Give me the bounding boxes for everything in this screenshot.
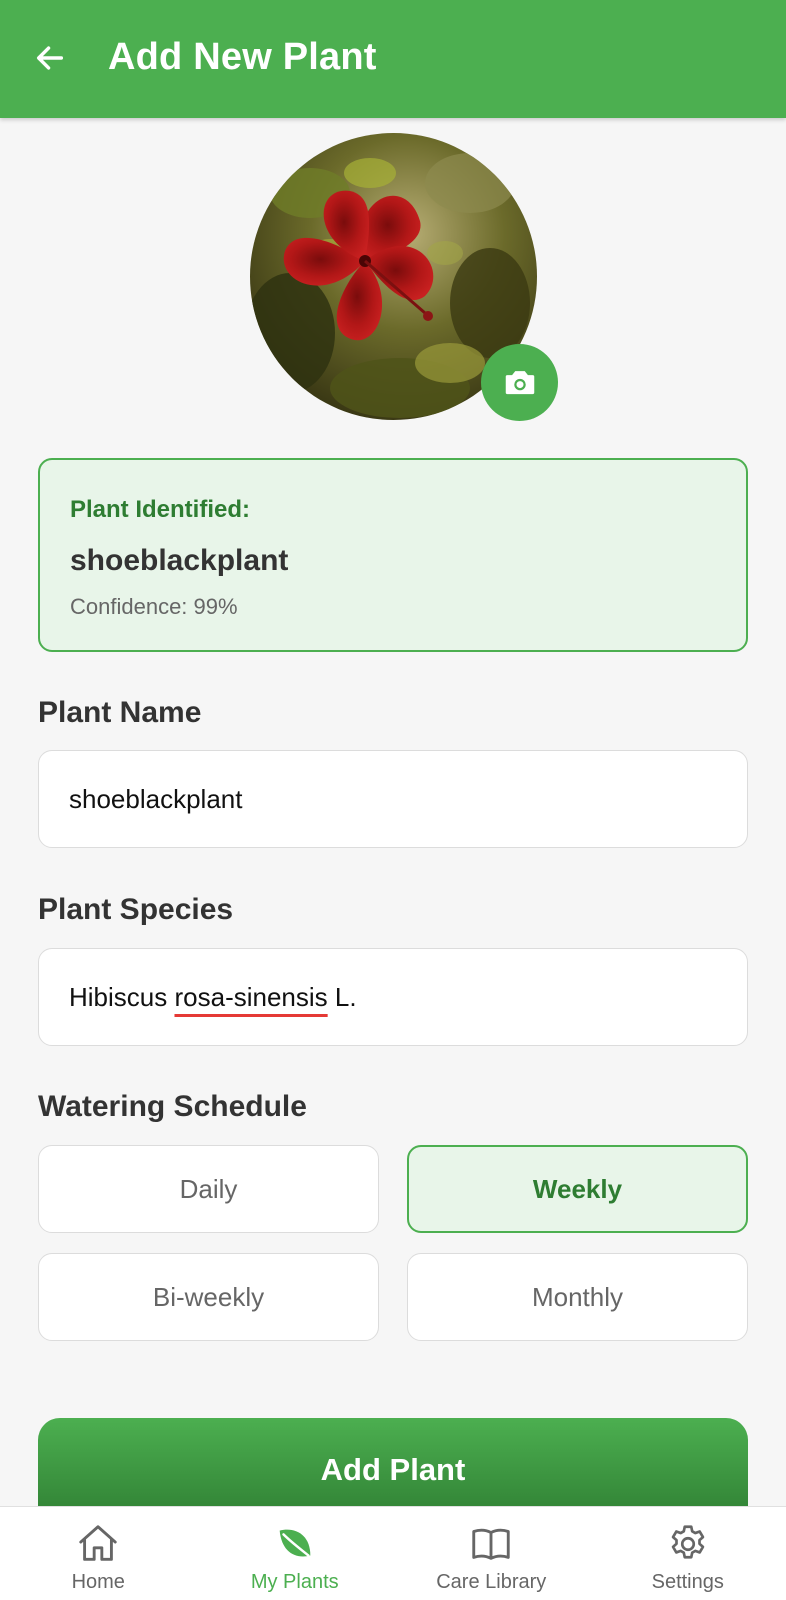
- plant-name-input[interactable]: shoeblackplant: [38, 750, 748, 848]
- identification-confidence: Confidence: 99%: [70, 594, 238, 619]
- nav-my-plants[interactable]: My Plants: [197, 1507, 394, 1600]
- nav-home-label: Home: [71, 1571, 125, 1593]
- change-photo-button[interactable]: [481, 344, 558, 421]
- watering-option-daily[interactable]: Daily: [38, 1145, 379, 1233]
- leaf-icon: [279, 1529, 311, 1557]
- plant-name-value: shoeblackplant: [69, 783, 243, 814]
- species-genus-text: Hibiscus: [69, 981, 175, 1012]
- back-button[interactable]: [30, 38, 70, 78]
- book-icon: [472, 1528, 510, 1560]
- bottom-navigation: Home My Plants Care Library Settings: [0, 1506, 786, 1600]
- arrow-left-icon: [36, 46, 64, 70]
- nav-my-plants-label: My Plants: [250, 1571, 339, 1593]
- watering-schedule-label: Watering Schedule: [38, 1090, 307, 1123]
- identified-plant-name: shoeblackplant: [70, 544, 289, 577]
- nav-care-library-label: Care Library: [436, 1571, 547, 1593]
- plant-species-value: Hibiscus rosa-sinensis L.: [69, 982, 357, 1013]
- watering-option-biweekly[interactable]: Bi-weekly: [38, 1253, 379, 1341]
- nav-settings-label: Settings: [651, 1571, 724, 1593]
- page-title: Add New Plant: [108, 36, 377, 78]
- watering-option-monthly[interactable]: Monthly: [407, 1253, 748, 1341]
- app-bar: Add New Plant: [0, 0, 786, 118]
- nav-settings[interactable]: Settings: [590, 1507, 786, 1600]
- spellcheck-flagged-text: rosa-sinensis: [174, 981, 328, 1012]
- camera-icon: [505, 370, 534, 394]
- species-authority-text: L.: [327, 981, 357, 1012]
- plant-species-label: Plant Species: [38, 893, 234, 926]
- plant-name-label: Plant Name: [38, 696, 202, 729]
- identification-label: Plant Identified:: [70, 496, 250, 523]
- identification-card: Plant Identified: shoeblackplant Confide…: [38, 458, 748, 652]
- gear-icon: [671, 1525, 705, 1559]
- home-icon: [79, 1525, 117, 1561]
- nav-care-library[interactable]: Care Library: [393, 1507, 590, 1600]
- nav-home[interactable]: Home: [0, 1507, 197, 1600]
- watering-option-weekly[interactable]: Weekly: [407, 1145, 748, 1233]
- plant-species-input[interactable]: Hibiscus rosa-sinensis L.: [38, 948, 748, 1046]
